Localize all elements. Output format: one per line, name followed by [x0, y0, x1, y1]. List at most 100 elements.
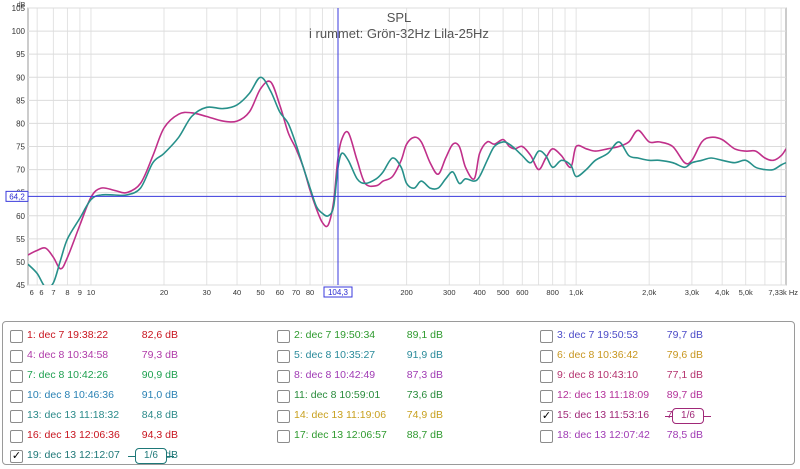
- x-tick-label: 60: [276, 288, 284, 297]
- x-tick-label: 300: [443, 288, 456, 297]
- y-tick-label: 80: [16, 119, 25, 128]
- x-tick-label: 9: [78, 288, 82, 297]
- measurement-level: 79,3 dB: [141, 349, 178, 361]
- x-tick-label: 20: [160, 288, 168, 297]
- y-tick-label: 75: [16, 143, 25, 152]
- measurement-label: 19: dec 13 12:12:07: [27, 449, 120, 461]
- measurement-checkbox[interactable]: [277, 330, 290, 343]
- x-tick-label: 6: [39, 288, 43, 297]
- measurement-level: 82,6 dB: [141, 329, 178, 341]
- measurement-label: 11: dec 8 10:59:01: [294, 389, 381, 401]
- smoothing-badge[interactable]: 1/6: [128, 448, 174, 464]
- x-tick-label: 10: [87, 288, 95, 297]
- measurement-label: 10: dec 8 10:46:36: [27, 389, 114, 401]
- legend-row: 16: dec 13 12:06:36 94,3 dB 17: dec 13 12:…: [3, 426, 794, 448]
- legend-item[interactable]: ✓19: dec 13 12:12:0772,7 dB1/6: [3, 446, 263, 468]
- measurement-label: 1: dec 7 19:38:22: [27, 329, 109, 341]
- measurement-label: 13: dec 13 11:18:32: [27, 409, 120, 421]
- x-tick-label: 50: [256, 288, 264, 297]
- x-tick-label: 6: [30, 288, 34, 297]
- legend-item[interactable]: 18: dec 13 12:07:42 78,5 dB: [533, 426, 793, 448]
- y-tick-label: 95: [16, 50, 25, 59]
- measurement-label: 8: dec 8 10:42:49: [294, 369, 376, 381]
- legend-item[interactable]: 16: dec 13 12:06:36 94,3 dB: [3, 426, 263, 448]
- legend-item[interactable]: 7: dec 8 10:42:26 90,9 dB: [3, 366, 263, 388]
- measurement-label: 3: dec 7 19:50:53: [557, 329, 639, 341]
- measurement-label: 15: dec 13 11:53:16: [557, 409, 650, 421]
- measurement-checkbox[interactable]: [10, 350, 23, 363]
- y-tick-label: 85: [16, 96, 25, 105]
- x-tick-label: 400: [473, 288, 486, 297]
- legend-item[interactable]: 17: dec 13 12:06:57 88,7 dB: [270, 426, 530, 448]
- legend-item[interactable]: 12: dec 13 11:18:09 89,7 dB: [533, 386, 793, 408]
- x-tick-label: 600: [516, 288, 529, 297]
- x-tick-label: 4,0k: [715, 288, 729, 297]
- legend-item[interactable]: 6: dec 8 10:36:42 79,6 dB: [533, 346, 793, 368]
- legend-item[interactable]: ✓15: dec 13 11:53:1676,7 dB1/6: [533, 406, 793, 428]
- measurement-checkbox[interactable]: [277, 370, 290, 383]
- y-tick-label: 60: [16, 212, 25, 221]
- measurement-label: 14: dec 13 11:19:06: [294, 409, 387, 421]
- measurement-checkbox[interactable]: [10, 370, 23, 383]
- legend-row: 4: dec 8 10:34:58 79,3 dB 5: dec 8 10:35:2…: [3, 346, 794, 368]
- legend-item[interactable]: 14: dec 13 11:19:06 74,9 dB: [270, 406, 530, 428]
- measurement-checkbox[interactable]: [10, 390, 23, 403]
- measurement-level: 73,6 dB: [406, 389, 443, 401]
- legend-item[interactable]: 13: dec 13 11:18:32 84,8 dB: [3, 406, 263, 428]
- measurement-label: 4: dec 8 10:34:58: [27, 349, 109, 361]
- measurement-level: 74,9 dB: [406, 409, 443, 421]
- measurement-checkbox[interactable]: [277, 350, 290, 363]
- measurement-checkbox[interactable]: [10, 410, 23, 423]
- measurement-checkbox[interactable]: [10, 430, 23, 443]
- y-tick-labels: 4550556065707580859095100105: [12, 4, 26, 290]
- measurement-label: 2: dec 7 19:50:34: [294, 329, 376, 341]
- legend-item[interactable]: 11: dec 8 10:59:01 73,6 dB: [270, 386, 530, 408]
- x-tick-label: 800: [546, 288, 559, 297]
- legend-item[interactable]: 1: dec 7 19:38:22 82,6 dB: [3, 326, 263, 348]
- x-tick-label: 1,0k: [569, 288, 583, 297]
- legend-item[interactable]: 3: dec 7 19:50:53 79,7 dB: [533, 326, 793, 348]
- measurement-label: 17: dec 13 12:06:57: [294, 429, 387, 441]
- measurement-checkbox[interactable]: [540, 390, 553, 403]
- measurement-checkbox[interactable]: [277, 390, 290, 403]
- x-tick-label: 30: [203, 288, 211, 297]
- measurement-checkbox[interactable]: [540, 350, 553, 363]
- measurement-checkbox[interactable]: [540, 370, 553, 383]
- measurement-checkbox[interactable]: [540, 430, 553, 443]
- measurement-checkbox[interactable]: [540, 330, 553, 343]
- measurement-level: 87,3 dB: [406, 369, 443, 381]
- x-tick-label: 8: [65, 288, 69, 297]
- measurement-level: 79,6 dB: [666, 349, 703, 361]
- legend-item[interactable]: 9: dec 8 10:43:10 77,1 dB: [533, 366, 793, 388]
- legend-item[interactable]: 4: dec 8 10:34:58 79,3 dB: [3, 346, 263, 368]
- chart-title: SPL: [387, 10, 412, 25]
- y-tick-label: 45: [16, 281, 25, 290]
- legend-item[interactable]: 2: dec 7 19:50:34 89,1 dB: [270, 326, 530, 348]
- y-tick-label: 70: [16, 166, 25, 175]
- x-tick-label: 80: [306, 288, 314, 297]
- legend-item[interactable]: 10: dec 8 10:46:36 91,0 dB: [3, 386, 263, 408]
- measurement-level: 84,8 dB: [141, 409, 178, 421]
- measurement-level: 78,5 dB: [666, 429, 703, 441]
- smoothing-badge[interactable]: 1/6: [665, 408, 711, 424]
- legend-row: 10: dec 8 10:46:36 91,0 dB 11: dec 8 10:59…: [3, 386, 794, 408]
- measurement-checkbox[interactable]: [10, 330, 23, 343]
- measurement-checkbox[interactable]: ✓: [10, 450, 23, 463]
- measurement-checkbox[interactable]: [277, 430, 290, 443]
- measurement-level: 88,7 dB: [406, 429, 443, 441]
- measurement-level: 79,7 dB: [666, 329, 703, 341]
- measurement-level: 89,1 dB: [406, 329, 443, 341]
- measurement-checkbox[interactable]: [277, 410, 290, 423]
- chart-subtitle: i rummet: Grön-32Hz Lila-25Hz: [309, 26, 489, 41]
- x-tick-labels: 6 6 7 8 9 10 20 30 40 50 60 70 80 200 300 400 500 600 800 1…: [30, 288, 799, 297]
- legend-item[interactable]: 5: dec 8 10:35:27 91,9 dB: [270, 346, 530, 368]
- measurement-level: 77,1 dB: [666, 369, 703, 381]
- measurement-checkbox[interactable]: ✓: [540, 410, 553, 423]
- legend-row: ✓19: dec 13 12:12:0772,7 dB1/6: [3, 446, 794, 468]
- measurement-level: 91,9 dB: [406, 349, 443, 361]
- legend-item[interactable]: 8: dec 8 10:42:49 87,3 dB: [270, 366, 530, 388]
- x-tick-label: 7: [51, 288, 55, 297]
- measurement-legend: 1: dec 7 19:38:22 82,6 dB 2: dec 7 19:50:3…: [2, 321, 795, 465]
- measurement-level: 89,7 dB: [666, 389, 703, 401]
- spl-chart[interactable]: 4550556065707580859095100105 66789102030…: [0, 0, 800, 320]
